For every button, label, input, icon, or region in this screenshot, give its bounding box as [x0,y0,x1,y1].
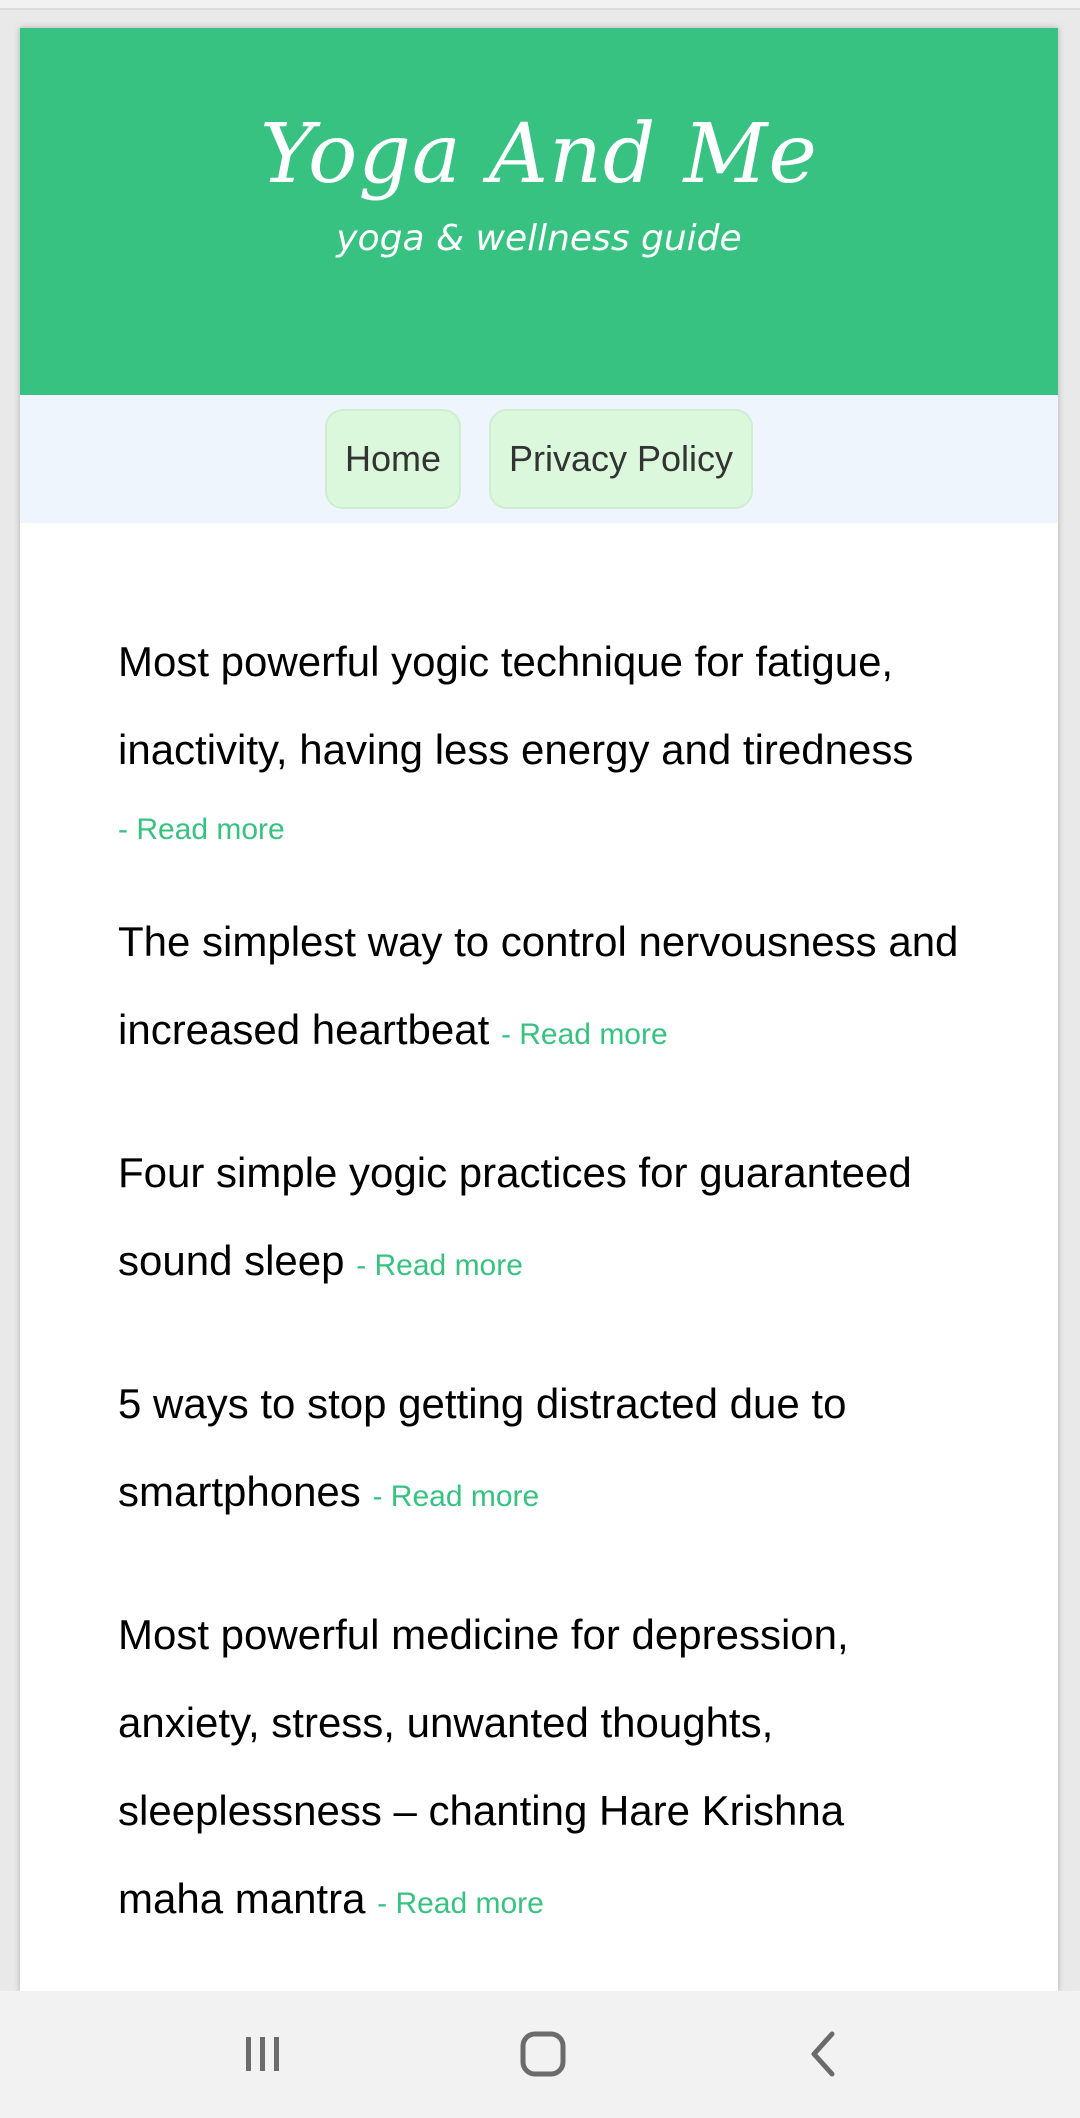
list-item: Most powerful medicine for depression, a… [118,1591,960,1948]
status-strip [0,0,1080,10]
read-more-link[interactable]: - Read more [356,1249,523,1282]
back-icon [811,2031,835,2077]
nav-home-button[interactable]: Home [324,409,461,509]
list-item: 5 ways to stop getting distracted due to… [118,1360,960,1541]
system-navigation-bar [0,1991,1080,2118]
read-more-link[interactable]: - Read more [372,1480,539,1513]
post-title: Most powerful yogic technique for fatigu… [118,638,914,773]
read-more-link[interactable]: - Read more [501,1018,668,1051]
main-nav: Home Privacy Policy [20,395,1058,523]
post-title: Most powerful medicine for depression, a… [118,1611,849,1922]
site-header: Yoga And Me yoga & wellness guide [20,28,1058,395]
list-item: The simplest way to control nervousness … [118,898,960,1079]
recent-apps-icon [246,2037,279,2071]
recent-apps-button[interactable] [238,2029,288,2084]
site-title[interactable]: Yoga And Me [20,28,1058,200]
home-icon [520,2031,566,2077]
read-more-link[interactable]: - Read more [377,1887,544,1920]
list-item: Four simple yogic practices for guarante… [118,1129,960,1310]
post-list: Most powerful yogic technique for fatigu… [20,523,1058,1948]
list-item: Most powerful yogic technique for fatigu… [118,618,960,860]
site-tagline: yoga & wellness guide [336,218,742,260]
nav-privacy-policy-button[interactable]: Privacy Policy [488,409,754,509]
home-button[interactable] [518,2029,568,2084]
read-more-link[interactable]: - Read more [118,800,960,860]
back-button[interactable] [800,2029,850,2084]
page-card: Yoga And Me yoga & wellness guide Home P… [20,28,1058,1991]
